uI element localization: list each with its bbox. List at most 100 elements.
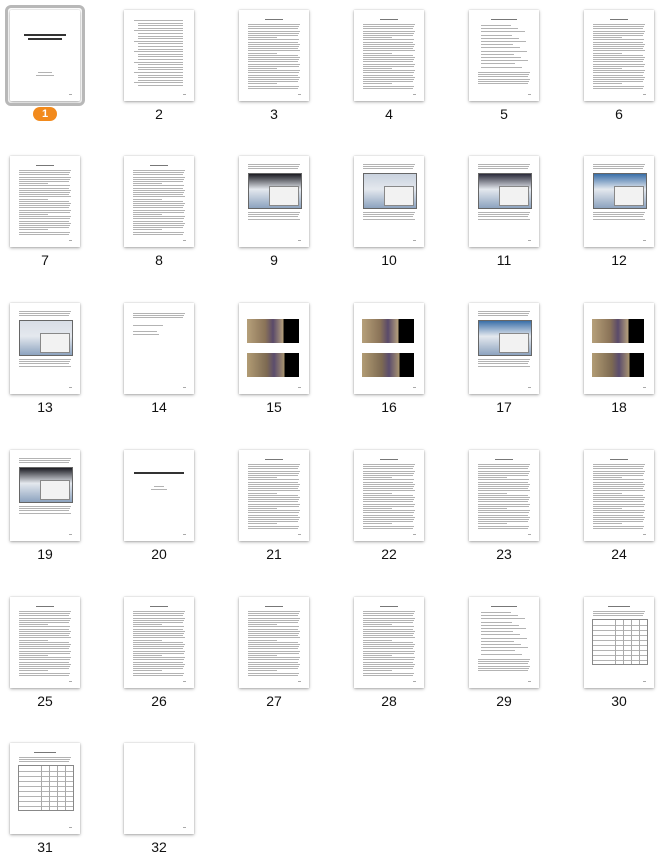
text-line xyxy=(133,325,163,326)
page-thumbnail-4[interactable] xyxy=(354,10,424,101)
heading-line xyxy=(150,165,168,166)
page-thumbnail-3[interactable] xyxy=(239,10,309,101)
text-line xyxy=(133,222,185,224)
page-thumbnail-29[interactable] xyxy=(469,597,539,688)
text-line xyxy=(248,475,298,476)
page-thumbnail-5[interactable] xyxy=(469,10,539,101)
text-line xyxy=(248,472,299,474)
page-number-label: 4 xyxy=(385,106,393,122)
text-line xyxy=(248,479,299,481)
text-line xyxy=(363,615,413,617)
text-line xyxy=(363,650,415,652)
page-thumbnail-28[interactable] xyxy=(354,597,424,688)
text-line xyxy=(133,611,185,612)
page-thumbnail-10[interactable] xyxy=(354,156,424,247)
text-line xyxy=(248,646,299,648)
page-thumbnail-19[interactable] xyxy=(10,450,80,541)
page-thumbnail-26[interactable] xyxy=(124,597,194,688)
list-item-line xyxy=(481,31,525,33)
text-line xyxy=(19,211,70,213)
heading-line xyxy=(36,606,54,607)
page-thumbnail-12[interactable] xyxy=(584,156,654,247)
text-line xyxy=(19,648,69,650)
text-line xyxy=(593,41,643,43)
text-line xyxy=(133,231,184,233)
page-number-label: 30 xyxy=(611,693,627,709)
page-thumbnail-22[interactable] xyxy=(354,450,424,541)
page-thumbnail-11[interactable] xyxy=(469,156,539,247)
page-thumbnail-8[interactable] xyxy=(124,156,194,247)
toc-entry-line xyxy=(138,59,183,60)
text-line xyxy=(133,170,185,171)
text-line xyxy=(593,63,645,65)
video-frame-image xyxy=(247,319,299,343)
page-thumbnail-32[interactable] xyxy=(124,743,194,834)
text-line xyxy=(133,220,183,222)
page-number-label: 23 xyxy=(496,546,512,562)
text-line xyxy=(363,639,392,641)
text-line xyxy=(248,672,299,674)
text-line xyxy=(248,630,300,632)
page-thumbnail-14[interactable] xyxy=(124,303,194,394)
page-thumbnail-2[interactable] xyxy=(124,10,194,101)
text-line xyxy=(248,59,299,61)
page-thumbnail-7[interactable] xyxy=(10,156,80,247)
cover-title-line xyxy=(28,38,62,40)
text-line xyxy=(363,514,413,516)
page-thumbnail-27[interactable] xyxy=(239,597,309,688)
page-thumbnail-20[interactable] xyxy=(124,450,194,541)
page-thumbnail-25[interactable] xyxy=(10,597,80,688)
heading-line xyxy=(150,606,168,607)
text-line xyxy=(248,30,300,32)
page-thumbnail-18[interactable] xyxy=(584,303,654,394)
page-thumbnail-30[interactable] xyxy=(584,597,654,688)
page-number-mark xyxy=(183,827,186,828)
text-line xyxy=(133,672,184,674)
page-thumbnail-15[interactable] xyxy=(239,303,309,394)
page-thumbnail-13[interactable] xyxy=(10,303,80,394)
text-line xyxy=(593,475,643,476)
toc-entry-line xyxy=(134,20,183,21)
page-thumbnail-31[interactable] xyxy=(10,743,80,834)
table-column-line xyxy=(65,766,66,810)
text-line xyxy=(478,501,528,503)
text-line xyxy=(133,624,162,626)
text-line xyxy=(248,24,300,25)
text-line xyxy=(593,24,645,25)
page-thumbnail-1[interactable] xyxy=(5,5,85,106)
text-line xyxy=(248,670,277,672)
text-line xyxy=(133,641,183,643)
text-line xyxy=(363,41,413,43)
text-line xyxy=(593,519,644,520)
text-line xyxy=(133,214,162,215)
list-item-line xyxy=(481,47,520,49)
page-number-mark xyxy=(643,387,646,388)
text-line xyxy=(363,48,413,50)
text-line xyxy=(248,527,298,529)
toc-entry-line xyxy=(134,51,183,53)
page-thumbnail-6[interactable] xyxy=(584,10,654,101)
text-line xyxy=(19,187,69,189)
text-line xyxy=(19,178,70,180)
text-line xyxy=(593,85,644,87)
text-line xyxy=(248,477,277,479)
text-line xyxy=(19,170,71,171)
text-line xyxy=(478,315,528,317)
text-line xyxy=(133,334,159,335)
list-item-line xyxy=(481,634,520,636)
page-thumbnail-21[interactable] xyxy=(239,450,309,541)
text-line xyxy=(363,637,415,639)
text-line xyxy=(363,497,415,498)
text-line xyxy=(248,76,300,78)
text-line xyxy=(363,212,415,213)
text-line xyxy=(248,626,299,628)
page-thumbnail-9[interactable] xyxy=(239,156,309,247)
text-line xyxy=(248,617,300,619)
text-line xyxy=(593,218,645,220)
page-thumbnail-17[interactable] xyxy=(469,303,539,394)
page-thumbnail-23[interactable] xyxy=(469,450,539,541)
page-thumbnail-16[interactable] xyxy=(354,303,424,394)
page-thumbnail-24[interactable] xyxy=(584,450,654,541)
text-line xyxy=(593,74,643,76)
heading-line xyxy=(380,606,398,607)
